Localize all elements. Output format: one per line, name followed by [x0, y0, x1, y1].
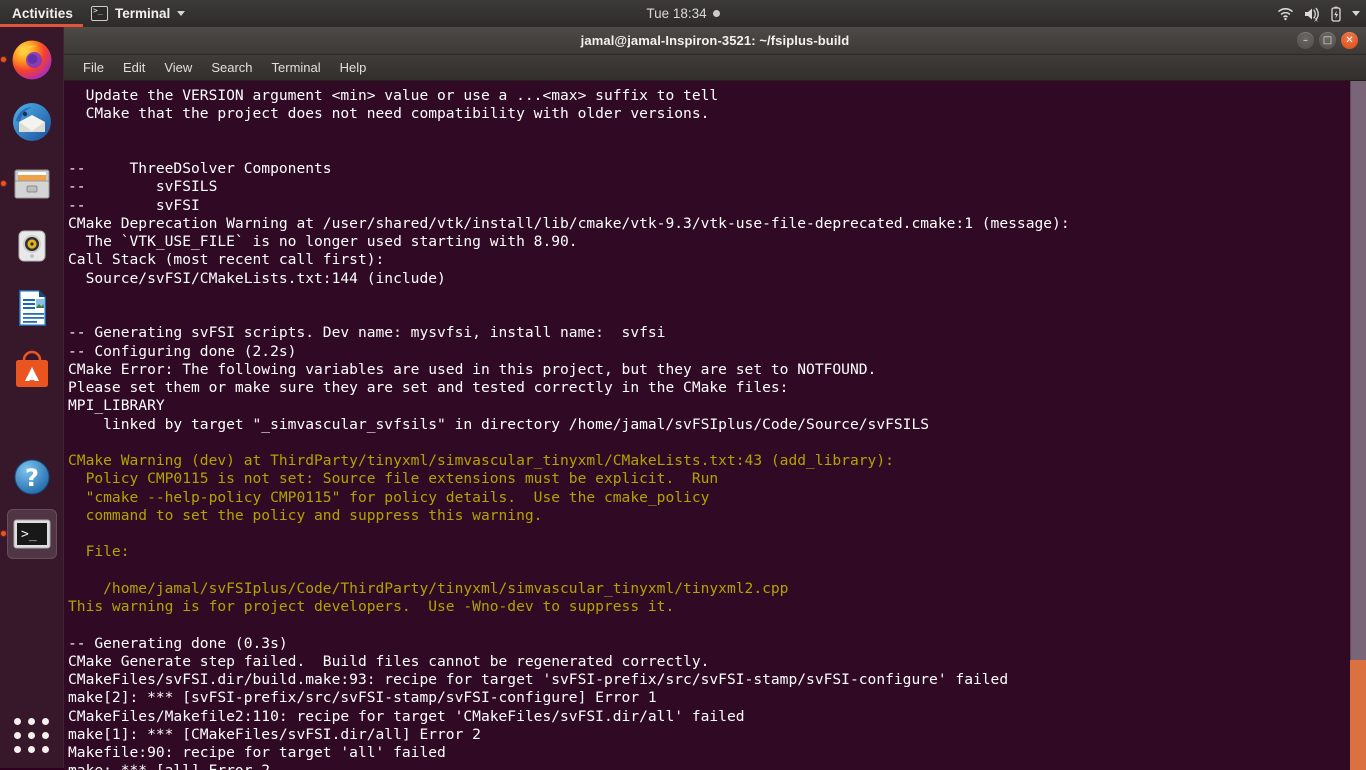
sidebar-item-files[interactable]: [1, 159, 57, 209]
close-button[interactable]: ✕: [1341, 32, 1358, 49]
wifi-icon: [1277, 6, 1294, 21]
sidebar-item-libreoffice-writer[interactable]: [7, 283, 57, 333]
sidebar-item-firefox[interactable]: [1, 35, 57, 85]
menu-bar: File Edit View Search Terminal Help: [64, 55, 1366, 81]
maximize-button[interactable]: □: [1319, 32, 1336, 49]
rhythmbox-icon: [18, 230, 46, 262]
terminal-line: "cmake --help-policy CMP0115" for policy…: [85, 488, 710, 506]
activities-button[interactable]: Activities: [0, 0, 83, 27]
terminal-line: -- ThreeDSolver Components: [68, 160, 332, 177]
terminal-line: CMakeFiles/Makefile2:110: recipe for tar…: [68, 707, 745, 725]
menu-item-view[interactable]: View: [155, 58, 201, 77]
menu-item-terminal[interactable]: Terminal: [263, 58, 330, 77]
system-tray[interactable]: x: [1277, 0, 1360, 27]
terminal-line: make[2]: *** [svFSI-prefix/src/svFSI-sta…: [68, 689, 657, 707]
volume-muted-icon: x: [1303, 6, 1321, 22]
app-menu-button[interactable]: Terminal: [83, 0, 193, 27]
clock-label: Tue 18:34: [646, 6, 707, 21]
terminal-line: make: *** [all] Error 2: [68, 762, 270, 770]
running-indicator: [1, 57, 6, 62]
minimize-button[interactable]: –: [1297, 32, 1314, 49]
terminal-line: Policy CMP0115 is not set: Source file e…: [85, 470, 719, 488]
thunderbird-icon: [13, 103, 51, 141]
running-indicator: [1, 531, 6, 536]
terminal-window: jamal@jamal-Inspiron-3521: ~/fsiplus-bui…: [64, 27, 1366, 770]
scrollbar-thumb[interactable]: [1350, 659, 1366, 770]
terminal-line: Please set them or make sure they are se…: [68, 379, 789, 396]
svg-text:?: ?: [25, 464, 39, 492]
menu-item-help[interactable]: Help: [331, 58, 376, 77]
menu-item-search[interactable]: Search: [202, 58, 261, 77]
terminal-line: -- svFSILS: [68, 178, 218, 196]
terminal-line: make[1]: *** [CMakeFiles/svFSI.dir/all] …: [68, 725, 481, 743]
terminal-line: CMake Generate step failed. Build files …: [68, 652, 710, 670]
terminal-line: CMake Deprecation Warning at /user/share…: [68, 214, 1070, 232]
chevron-down-icon[interactable]: [1352, 11, 1360, 16]
sidebar-item-ubuntu-software[interactable]: [7, 345, 57, 395]
terminal-line: The `VTK_USE_FILE` is no longer used sta…: [85, 233, 578, 250]
terminal-icon: [91, 4, 109, 21]
battery-icon: [1330, 6, 1342, 22]
menu-item-file[interactable]: File: [74, 58, 113, 77]
terminal-line: CMake that the project does not need com…: [85, 105, 710, 123]
menu-item-edit[interactable]: Edit: [114, 58, 154, 77]
notification-dot-icon: [712, 10, 720, 17]
terminal-line: MPI_LIBRARY: [68, 397, 165, 415]
unity-launcher: ? >_: [0, 27, 64, 768]
window-controls: – □ ✕: [1297, 27, 1358, 54]
files-icon: [14, 169, 50, 199]
terminal-line: CMake Error: The following variables are…: [68, 360, 877, 378]
svg-text:x: x: [1314, 15, 1318, 22]
terminal-line: CMake Warning (dev) at ThirdParty/tinyxm…: [68, 452, 894, 469]
terminal-text: Update the VERSION argument <min> value …: [64, 81, 1366, 770]
help-icon: ?: [14, 459, 50, 495]
sidebar-item-thunderbird[interactable]: [7, 97, 57, 147]
clock-button[interactable]: Tue 18:34: [573, 0, 793, 27]
activities-label: Activities: [12, 6, 74, 21]
terminal-scrollbar[interactable]: [1350, 81, 1366, 770]
chevron-down-icon: [177, 11, 186, 16]
terminal-line: Update the VERSION argument <min> value …: [85, 87, 719, 104]
terminal-line: -- svFSI: [68, 196, 200, 214]
sidebar-item-rhythmbox[interactable]: [7, 221, 57, 271]
terminal-line: CMakeFiles/svFSI.dir/build.make:93: reci…: [68, 671, 1009, 688]
terminal-line: command to set the policy and suppress t…: [85, 506, 543, 524]
firefox-icon: [12, 40, 52, 80]
libreoffice-writer-icon: [19, 290, 46, 326]
terminal-line: linked by target "_simvascular_svfsils" …: [103, 415, 930, 433]
sidebar-item-help[interactable]: ?: [7, 452, 57, 502]
terminal-line: -- Generating svFSI scripts. Dev name: m…: [68, 324, 666, 342]
terminal-output-area[interactable]: Update the VERSION argument <min> value …: [64, 81, 1366, 770]
terminal-line: This warning is for project developers. …: [68, 598, 675, 615]
app-menu-label: Terminal: [115, 6, 171, 21]
sidebar-item-terminal[interactable]: >_: [1, 509, 57, 559]
terminal-line: File:: [85, 543, 130, 561]
running-indicator: [1, 181, 6, 186]
svg-text:>_: >_: [21, 527, 37, 542]
terminal-line: /home/jamal/svFSIplus/Code/ThirdParty/ti…: [103, 579, 789, 597]
terminal-line: -- Configuring done (2.2s): [68, 342, 297, 360]
terminal-icon: >_: [13, 519, 51, 549]
terminal-line: Makefile:90: recipe for target 'all' fai…: [68, 744, 446, 761]
show-applications-button[interactable]: [14, 718, 50, 754]
ubuntu-software-icon: [16, 350, 48, 387]
gnome-top-bar: Activities Terminal Tue 18:34: [0, 0, 1366, 27]
terminal-line: -- Generating done (0.3s): [68, 634, 288, 652]
terminal-line: Source/svFSI/CMakeLists.txt:144 (include…: [85, 269, 446, 287]
terminal-line: Call Stack (most recent call first):: [68, 251, 385, 269]
window-title: jamal@jamal-Inspiron-3521: ~/fsiplus-bui…: [580, 33, 850, 48]
window-titlebar[interactable]: jamal@jamal-Inspiron-3521: ~/fsiplus-bui…: [64, 27, 1366, 55]
